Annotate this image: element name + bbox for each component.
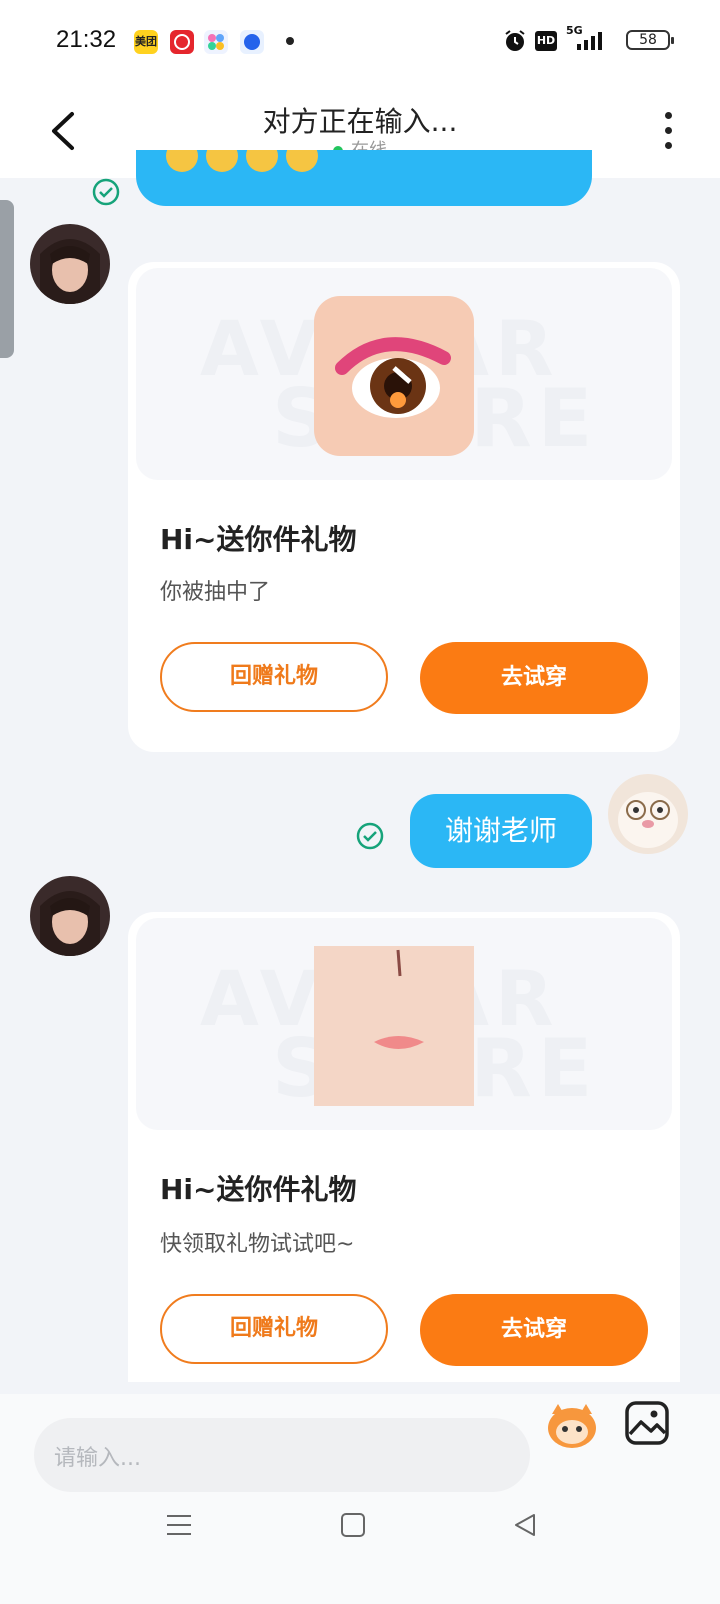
return-gift-button[interactable]: 回赠礼物 [160, 642, 388, 712]
app-icon-red [170, 30, 194, 54]
signal-icon [575, 30, 605, 56]
mascot-icon [548, 1404, 596, 1448]
sender-avatar[interactable] [30, 876, 110, 956]
status-time: 21:32 [56, 26, 117, 53]
message-input-placeholder: 请输入... [54, 1446, 141, 1471]
mascot-sticker-button[interactable] [544, 1400, 600, 1454]
sender-avatar[interactable] [30, 224, 110, 304]
back-nav-button[interactable] [512, 1512, 538, 1542]
home-square-icon [341, 1513, 365, 1537]
chat-title: 对方正在输入... [262, 105, 458, 138]
alarm-icon [503, 29, 527, 57]
mouth-icon [374, 949, 424, 1049]
triangle-back-icon [515, 1514, 535, 1536]
edge-panel-handle[interactable] [0, 200, 14, 358]
menu-icon [167, 1515, 191, 1535]
image-picker-button[interactable] [624, 1400, 670, 1450]
try-on-button[interactable]: 去试穿 [420, 642, 648, 714]
gift-card-subtitle: 你被抽中了 [160, 580, 271, 605]
battery-indicator: 58 [626, 30, 674, 50]
menu-nav-button[interactable] [166, 1512, 192, 1542]
gift-eye-thumbnail[interactable] [314, 296, 474, 456]
gift-card-title: Hi~送你件礼物 [160, 1173, 357, 1206]
return-gift-button[interactable]: 回赠礼物 [160, 1294, 388, 1364]
app-icon-multicolor [204, 30, 228, 54]
home-nav-button[interactable] [340, 1512, 366, 1542]
meituan-icon: 美团 [134, 30, 158, 54]
notification-dot [286, 37, 294, 45]
read-check-icon [92, 178, 120, 206]
hd-icon: HD [535, 31, 557, 51]
sent-message-bubble-partial [136, 140, 592, 206]
read-check-icon [356, 822, 384, 850]
emoji-row-icon [166, 140, 318, 172]
more-options-button[interactable] [662, 112, 674, 152]
app-icon-blue [240, 30, 264, 54]
image-icon [625, 1401, 669, 1445]
eye-icon [335, 337, 451, 418]
try-on-button[interactable]: 去试穿 [420, 1294, 648, 1366]
gift-mouth-thumbnail[interactable] [314, 946, 474, 1106]
my-avatar[interactable] [608, 774, 688, 854]
gift-card-title: Hi~送你件礼物 [160, 523, 357, 556]
sent-message-bubble: 谢谢老师 [410, 794, 592, 868]
gift-card-subtitle: 快领取礼物试试吧~ [160, 1232, 355, 1257]
